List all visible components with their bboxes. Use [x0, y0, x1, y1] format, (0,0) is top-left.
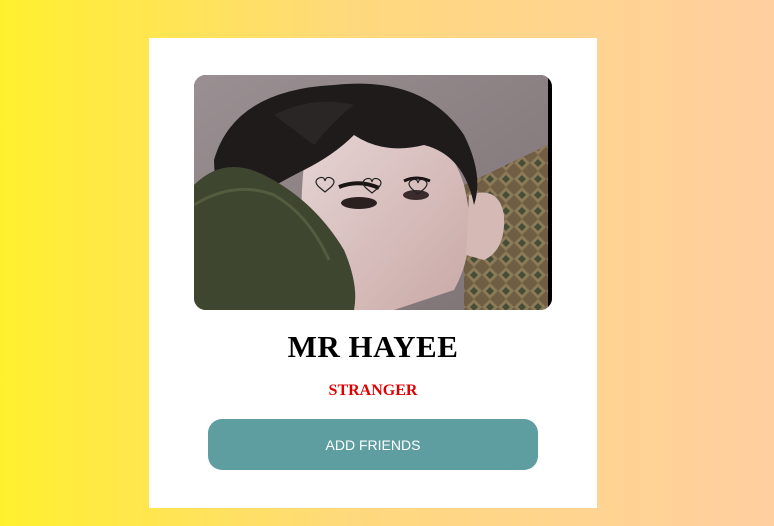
profile-status: STRANGER — [328, 382, 418, 399]
add-friends-button[interactable]: ADD FRIENDS — [208, 419, 538, 470]
profile-photo-image — [194, 75, 552, 310]
profile-name: MR HAYEE — [287, 329, 459, 364]
profile-photo — [194, 75, 552, 310]
profile-card: MR HAYEE STRANGER ADD FRIENDS — [149, 38, 597, 508]
